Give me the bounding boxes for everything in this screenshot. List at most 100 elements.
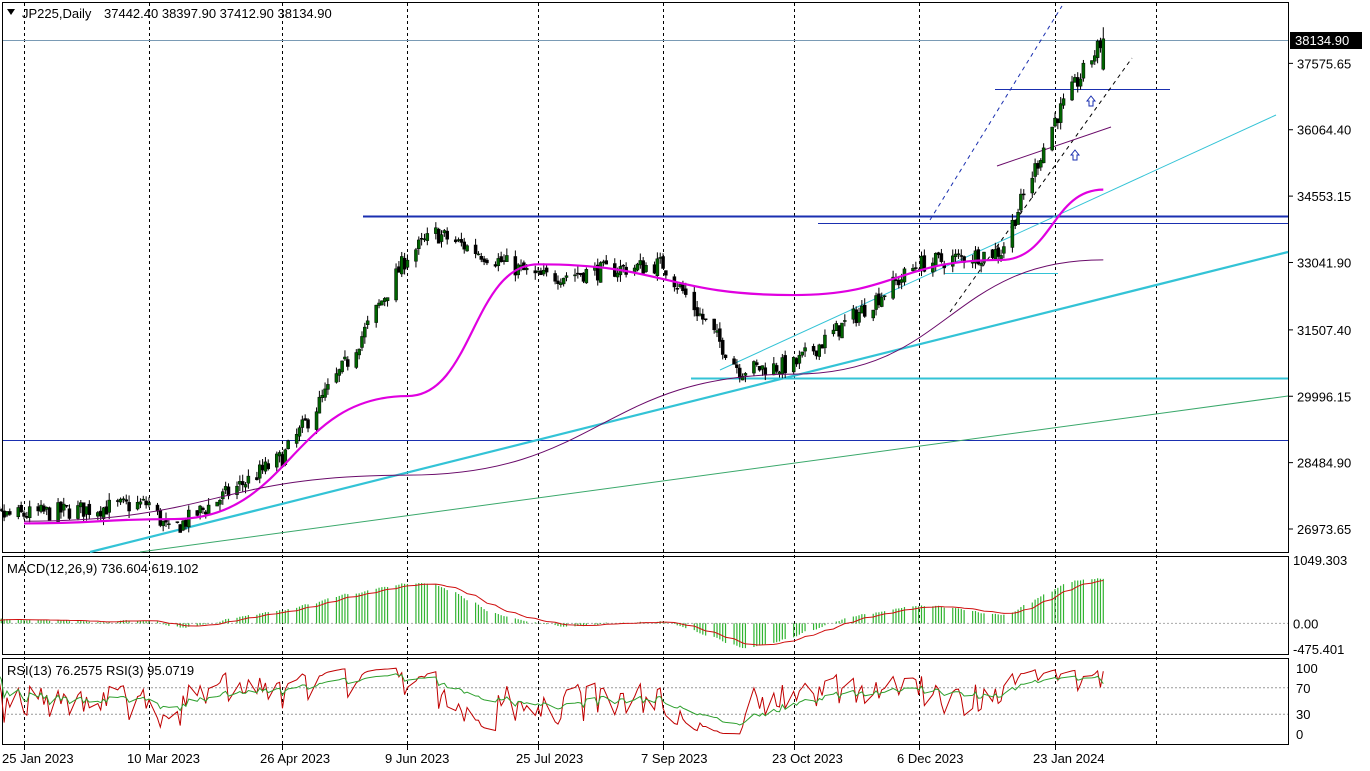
- candle-body: [306, 419, 310, 429]
- candle-body: [499, 256, 503, 263]
- macd-label: MACD(12,26,9) 736.604 619.102: [7, 561, 199, 576]
- candle-body: [405, 259, 410, 268]
- candle-body: [42, 505, 46, 512]
- candle-body: [326, 384, 330, 390]
- time-tick-label: 10 Mar 2023: [127, 751, 200, 766]
- candle-body: [385, 297, 390, 301]
- candle-body: [1093, 55, 1097, 62]
- candle-body: [803, 347, 807, 352]
- candle-body: [425, 233, 430, 241]
- candle-body: [47, 507, 52, 521]
- candle-body: [692, 291, 697, 311]
- candle-body: [141, 498, 146, 501]
- main-pane[interactable]: [2, 2, 1289, 553]
- candle-body: [277, 452, 282, 457]
- price-tick-label: 34553.15: [1297, 189, 1351, 204]
- candle-body: [394, 268, 398, 301]
- candle-body: [402, 257, 407, 270]
- candle-body: [240, 481, 245, 486]
- candle-body: [479, 256, 484, 260]
- candle-body: [854, 309, 858, 324]
- time-tick-label: 25 Jan 2023: [2, 751, 74, 766]
- candle-body: [862, 304, 867, 317]
- candle-body: [703, 318, 708, 320]
- candle-body: [737, 367, 742, 379]
- candle-body: [524, 268, 529, 271]
- time-tick-label: 26 Apr 2023: [260, 751, 330, 766]
- candle-body: [300, 419, 305, 428]
- candle-body: [951, 255, 955, 267]
- candle-body: [1070, 81, 1074, 101]
- candle-body: [465, 245, 469, 252]
- candle-body: [1039, 160, 1043, 168]
- candle-body: [894, 279, 898, 282]
- candle-body: [1075, 77, 1080, 87]
- candle-body: [243, 484, 248, 488]
- candle-body: [791, 357, 796, 373]
- candle-body: [62, 503, 66, 511]
- candle-body: [1036, 163, 1040, 169]
- candle-body: [919, 255, 924, 271]
- candle-body: [1053, 117, 1057, 127]
- rsi-tick-label: 100: [1296, 661, 1318, 676]
- candle-body: [496, 258, 501, 267]
- candle-body: [715, 330, 719, 333]
- candle-body: [539, 270, 543, 276]
- candle-body: [399, 256, 404, 275]
- candle-body: [1019, 193, 1023, 211]
- candle-body: [377, 302, 381, 306]
- candle-body: [678, 284, 682, 287]
- candle-body: [115, 500, 120, 502]
- candle-body: [456, 239, 461, 241]
- rsi-tick-label: 0: [1296, 727, 1303, 742]
- candle-body: [1101, 38, 1106, 70]
- candle-body: [22, 512, 26, 517]
- candle-body: [127, 502, 131, 512]
- candle-body: [701, 313, 705, 320]
- candle-body: [422, 238, 427, 241]
- candle-body: [161, 520, 165, 527]
- candle-body: [201, 507, 205, 510]
- candle-body: [831, 329, 836, 335]
- candle-body: [135, 501, 140, 510]
- candle-body: [698, 313, 702, 316]
- candle-body: [67, 508, 72, 519]
- candle-body: [8, 511, 12, 515]
- candle-body: [1061, 98, 1066, 106]
- candle-body: [999, 255, 1003, 260]
- candle-body: [81, 502, 86, 517]
- candle-body: [462, 241, 466, 250]
- ohlc-values: 37442.40 38397.90 37412.90 38134.90: [104, 6, 332, 21]
- candle-body: [79, 502, 83, 508]
- candle-body: [175, 521, 180, 523]
- candle-body: [84, 506, 89, 515]
- symbol-label: JP225,Daily: [22, 6, 92, 21]
- candle-body: [59, 501, 63, 513]
- candle-body: [874, 295, 878, 310]
- time-tick-label: 6 Dec 2023: [897, 751, 964, 766]
- time-tick-label: 9 Jun 2023: [385, 751, 449, 766]
- candle-body: [837, 325, 841, 337]
- candle-body: [814, 350, 819, 357]
- candle-body: [76, 505, 80, 519]
- candle-body: [360, 336, 364, 348]
- candle-body: [857, 312, 861, 323]
- candle-body: [760, 365, 765, 370]
- rsi-label: RSI(13) 76.2575 RSI(3) 95.0719: [7, 663, 194, 678]
- candle-body: [286, 440, 290, 450]
- candle-body: [96, 512, 100, 517]
- candle-body: [436, 228, 441, 244]
- candle-body: [604, 260, 608, 265]
- candle-body: [661, 256, 665, 269]
- price-tick-label: 31507.40: [1297, 323, 1351, 338]
- candle-body: [877, 293, 881, 306]
- candle-body: [763, 367, 768, 376]
- time-tick-label: 23 Oct 2023: [772, 751, 843, 766]
- candle-body: [536, 270, 540, 273]
- candle-body: [953, 253, 958, 258]
- price-chart[interactable]: 37575.65 36064.40 34553.15 33041.90 31507.40…: [0, 0, 1370, 771]
- candle-body: [576, 272, 580, 275]
- candle-body: [121, 498, 126, 501]
- candle-body: [655, 258, 660, 276]
- candle-body: [911, 267, 915, 272]
